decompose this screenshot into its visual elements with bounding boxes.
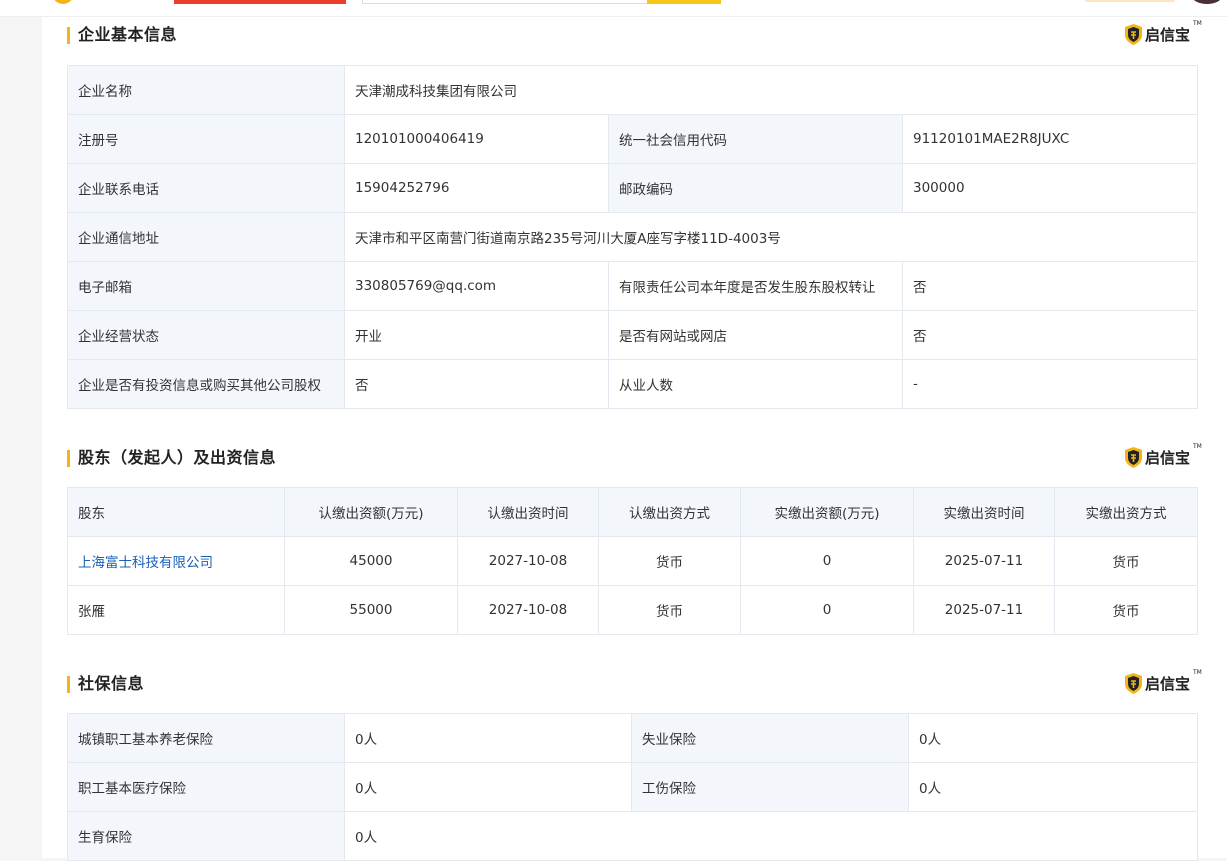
nav-red-tab[interactable]	[174, 0, 346, 4]
avatar[interactable]	[1192, 0, 1222, 4]
site-logo[interactable]	[52, 0, 74, 4]
shareholder-name-link[interactable]: 上海富士科技有限公司	[67, 536, 285, 586]
brand-logo: 启信宝 TM	[1125, 669, 1202, 696]
brand-logo: 启信宝 TM	[1125, 443, 1202, 470]
reg-no-value: 120101000406419	[344, 114, 609, 164]
medical-value: 0人	[344, 762, 632, 812]
shareholder-name: 张雁	[67, 585, 285, 635]
table-row: 生育保险 0人	[67, 811, 1198, 861]
column-header: 实缴出资时间	[913, 487, 1055, 537]
basic-info-header: 企业基本信息 启信宝 TM	[67, 20, 1202, 47]
reg-no-label: 注册号	[67, 114, 345, 164]
column-header: 实缴出资方式	[1054, 487, 1198, 537]
pension-value: 0人	[344, 713, 632, 763]
phone-label: 企业联系电话	[67, 163, 345, 213]
column-header: 股东	[67, 487, 285, 537]
table-cell: 2025-07-11	[913, 536, 1055, 586]
column-header: 认缴出资方式	[598, 487, 741, 537]
investment-label: 企业是否有投资信息或购买其他公司股权	[67, 359, 345, 409]
injury-label: 工伤保险	[631, 762, 909, 812]
brand-logo: 启信宝 TM	[1125, 20, 1202, 47]
table-cell: 0	[740, 585, 914, 635]
unemployment-value: 0人	[908, 713, 1198, 763]
table-cell: 2027-10-08	[457, 585, 599, 635]
unemployment-label: 失业保险	[631, 713, 909, 763]
table-row: 张雁 55000 2027-10-08 货币 0 2025-07-11 货币	[67, 585, 1198, 635]
credit-code-value: 91120101MAE2R8JUXC	[902, 114, 1198, 164]
vip-button[interactable]	[1085, 0, 1175, 2]
table-cell: 货币	[598, 585, 741, 635]
shareholders-header: 股东（发起人）及出资信息 启信宝 TM	[67, 443, 1202, 470]
table-row: 企业是否有投资信息或购买其他公司股权 否 从业人数 -	[67, 359, 1198, 409]
status-value: 开业	[344, 310, 609, 360]
website-label: 是否有网站或网店	[608, 310, 903, 360]
table-cell: 55000	[284, 585, 458, 635]
table-row: 企业联系电话 15904252796 邮政编码 300000	[67, 163, 1198, 213]
phone-value: 15904252796	[344, 163, 609, 213]
section-accent-bar	[67, 27, 70, 44]
investment-value: 否	[344, 359, 609, 409]
table-cell: 0	[740, 536, 914, 586]
maternity-value: 0人	[344, 811, 1198, 861]
email-value: 330805769@qq.com	[344, 261, 609, 311]
table-cell: 45000	[284, 536, 458, 586]
shield-icon	[1125, 673, 1142, 694]
credit-code-label: 统一社会信用代码	[608, 114, 903, 164]
section-accent-bar	[67, 450, 70, 467]
email-label: 电子邮箱	[67, 261, 345, 311]
company-name-label: 企业名称	[67, 65, 345, 115]
table-row: 电子邮箱 330805769@qq.com 有限责任公司本年度是否发生股东股权转…	[67, 261, 1198, 311]
equity-transfer-label: 有限责任公司本年度是否发生股东股权转让	[608, 261, 903, 311]
injury-value: 0人	[908, 762, 1198, 812]
table-cell: 货币	[1054, 585, 1198, 635]
table-row: 职工基本医疗保险 0人 工伤保险 0人	[67, 762, 1198, 812]
report-content: 企业基本信息 启信宝 TM 企业名称 天津潮成科技集团有限公司 注册号 1201…	[42, 17, 1227, 861]
employees-label: 从业人数	[608, 359, 903, 409]
column-header: 实缴出资额(万元)	[740, 487, 914, 537]
status-label: 企业经营状态	[67, 310, 345, 360]
column-header: 认缴出资时间	[457, 487, 599, 537]
search-button[interactable]	[647, 0, 721, 4]
table-cell: 2027-10-08	[457, 536, 599, 586]
table-row: 城镇职工基本养老保险 0人 失业保险 0人	[67, 713, 1198, 763]
table-cell: 货币	[1054, 536, 1198, 586]
address-value: 天津市和平区南营门街道南京路235号河川大厦A座写字楼11D-4003号	[344, 212, 1198, 262]
address-label: 企业通信地址	[67, 212, 345, 262]
table-row: 上海富士科技有限公司 45000 2027-10-08 货币 0 2025-07…	[67, 536, 1198, 586]
column-header: 认缴出资额(万元)	[284, 487, 458, 537]
pension-label: 城镇职工基本养老保险	[67, 713, 345, 763]
table-row: 企业经营状态 开业 是否有网站或网店 否	[67, 310, 1198, 360]
maternity-label: 生育保险	[67, 811, 345, 861]
table-cell: 货币	[598, 536, 741, 586]
website-value: 否	[902, 310, 1198, 360]
table-row: 企业名称 天津潮成科技集团有限公司	[67, 65, 1198, 115]
medical-label: 职工基本医疗保险	[67, 762, 345, 812]
social-insurance-header: 社保信息 启信宝 TM	[67, 669, 1202, 696]
section-accent-bar	[67, 676, 70, 693]
postcode-value: 300000	[902, 163, 1198, 213]
top-nav-bar	[0, 0, 1227, 17]
company-name-value: 天津潮成科技集团有限公司	[344, 65, 1198, 115]
social-insurance-table: 城镇职工基本养老保险 0人 失业保险 0人 职工基本医疗保险 0人 工伤保险 0…	[67, 713, 1198, 861]
shield-icon	[1125, 447, 1142, 468]
table-cell: 2025-07-11	[913, 585, 1055, 635]
table-row: 企业通信地址 天津市和平区南营门街道南京路235号河川大厦A座写字楼11D-40…	[67, 212, 1198, 262]
postcode-label: 邮政编码	[608, 163, 903, 213]
table-row: 注册号 120101000406419 统一社会信用代码 91120101MAE…	[67, 114, 1198, 164]
section-title: 社保信息	[78, 674, 145, 693]
employees-value: -	[902, 359, 1198, 409]
shareholders-table: 股东 认缴出资额(万元) 认缴出资时间 认缴出资方式 实缴出资额(万元) 实缴出…	[67, 487, 1198, 635]
equity-transfer-value: 否	[902, 261, 1198, 311]
section-title: 股东（发起人）及出资信息	[78, 448, 277, 467]
table-header-row: 股东 认缴出资额(万元) 认缴出资时间 认缴出资方式 实缴出资额(万元) 实缴出…	[67, 487, 1198, 537]
basic-info-table: 企业名称 天津潮成科技集团有限公司 注册号 120101000406419 统一…	[67, 65, 1198, 409]
shield-icon	[1125, 24, 1142, 45]
search-input[interactable]	[362, 0, 649, 4]
section-title: 企业基本信息	[78, 25, 178, 44]
